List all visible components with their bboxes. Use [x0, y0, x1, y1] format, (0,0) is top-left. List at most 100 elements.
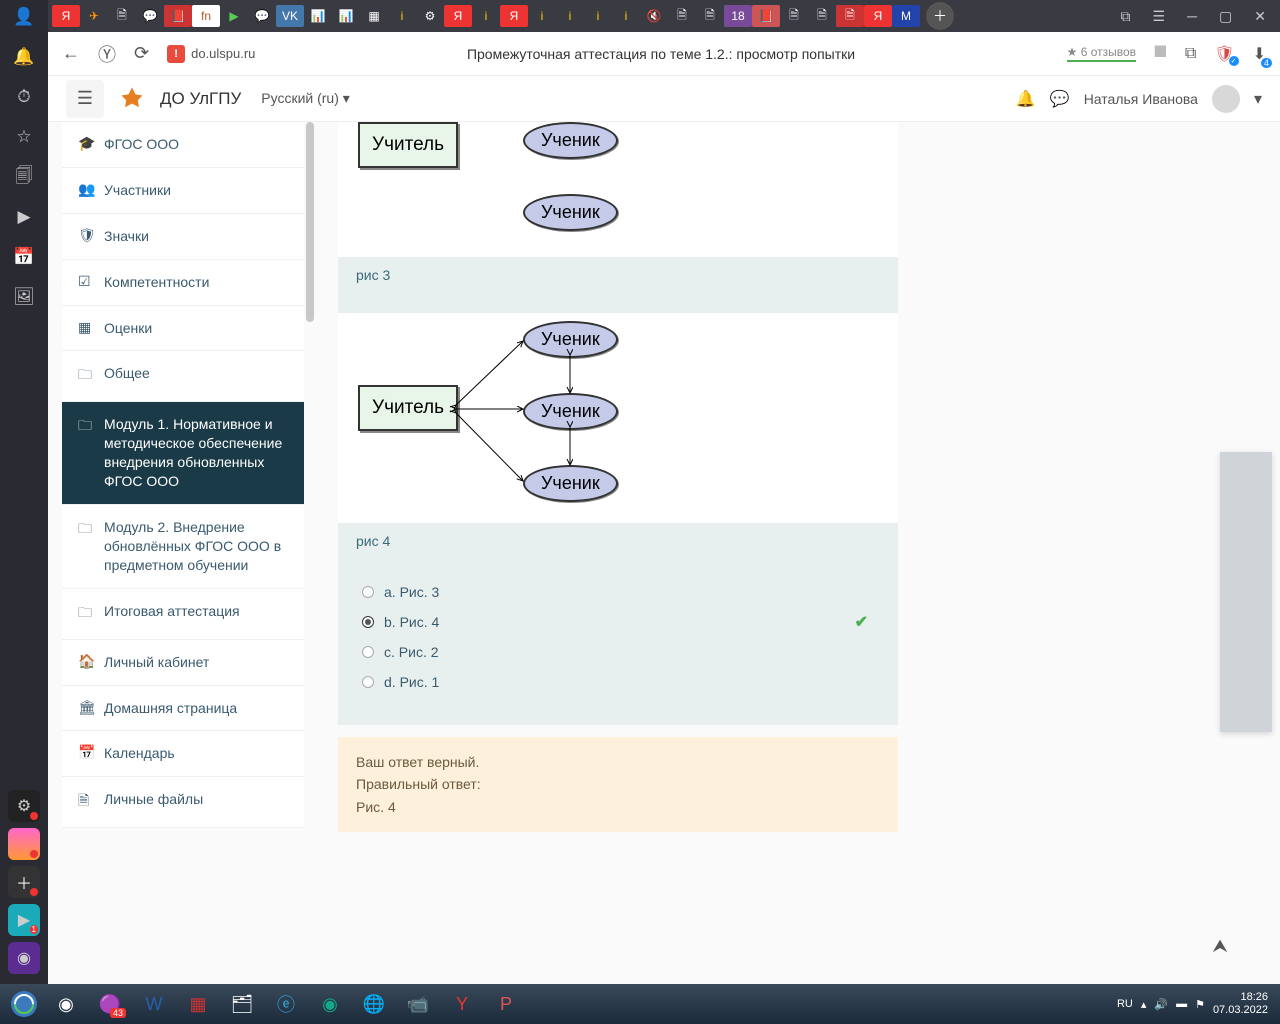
tab-8[interactable]: VK [276, 5, 304, 27]
notifications-icon[interactable]: 🔔 [1016, 89, 1036, 109]
sidebar-item-course[interactable]: 🎓ФГОС ООО [62, 122, 304, 168]
sidebar-item-competencies[interactable]: ☑Компетентности [62, 260, 304, 306]
taskbar-app-ie[interactable]: ⓔ [264, 986, 308, 1022]
download-icon[interactable]: ⬇4 [1253, 44, 1266, 64]
taskbar-app-yandex[interactable]: Y [440, 986, 484, 1022]
tab-15[interactable]: i [472, 5, 500, 27]
user-menu-caret-icon[interactable]: ▾ [1254, 89, 1262, 109]
taskbar-app-explorer[interactable]: 🗂 [220, 986, 264, 1022]
language-selector[interactable]: Русский (ru) ▾ [261, 90, 350, 107]
os-collections-icon[interactable]: 🗐 [13, 166, 35, 188]
os-history-icon[interactable]: ⏱ [13, 86, 35, 108]
tab-12[interactable]: i [388, 5, 416, 27]
os-app-add[interactable]: ＋ [8, 866, 40, 898]
tray-flag-icon[interactable]: ⚑ [1195, 998, 1205, 1011]
os-play-icon[interactable]: ▶ [13, 206, 35, 228]
tab-0[interactable]: Я [52, 5, 80, 27]
tab-28[interactable]: 🗎 [836, 5, 864, 27]
taskbar-app-viber[interactable]: 🟣43 [88, 986, 132, 1022]
tray-clock[interactable]: 18:26 07.03.2022 [1213, 991, 1268, 1017]
tab-18[interactable]: i [556, 5, 584, 27]
sidebar-item-home[interactable]: 🏛Домашняя страница [62, 686, 304, 732]
sidebar-scrollbar[interactable] [306, 122, 316, 642]
scroll-top-button[interactable]: ⮝ [1202, 928, 1238, 964]
tray-sound-icon[interactable]: 🔊 [1154, 998, 1168, 1011]
taskbar-app-zoom[interactable]: 📹 [396, 986, 440, 1022]
tab-1[interactable]: ✈ [80, 5, 108, 27]
taskbar-app-1[interactable]: ◉ [44, 986, 88, 1022]
extensions-icon[interactable]: ⧉ [1185, 45, 1196, 63]
sidebar-item-grades[interactable]: ▦Оценки [62, 306, 304, 352]
tab-17[interactable]: i [528, 5, 556, 27]
tab-30[interactable]: M [892, 5, 920, 27]
tray-lang[interactable]: RU [1117, 998, 1133, 1010]
answer-d[interactable]: d. Рис. 1 [362, 667, 874, 697]
tab-25[interactable]: 📕 [752, 5, 780, 27]
sidebar-item-general[interactable]: 🗀Общее [62, 351, 304, 402]
tab-24[interactable]: 18 [724, 5, 752, 27]
reload-icon[interactable]: ⟳ [134, 43, 149, 64]
os-bell-icon[interactable]: 🔔 [13, 46, 35, 68]
os-user-icon[interactable]: 👤 [13, 6, 35, 28]
answer-a[interactable]: a. Рис. 3 [362, 577, 874, 607]
bookmark-icon[interactable]: ⯀ [1154, 45, 1167, 63]
win-maximize-icon[interactable]: ▢ [1219, 8, 1232, 25]
new-tab-button[interactable]: ＋ [926, 2, 954, 30]
messages-icon[interactable]: 💬 [1050, 89, 1070, 109]
sidebar-item-module2[interactable]: 🗀Модуль 2. Внедрение обновлённых ФГОС ОО… [62, 505, 304, 589]
os-app-2[interactable] [8, 828, 40, 860]
os-star-icon[interactable]: ☆ [13, 126, 35, 148]
sidebar-item-dashboard[interactable]: 🏠Личный кабинет [62, 640, 304, 686]
start-button[interactable] [4, 984, 44, 1024]
win-panel-icon[interactable]: ⧉ [1121, 8, 1131, 25]
sidebar-item-files[interactable]: 🗎Личные файлы [62, 777, 304, 828]
tab-14[interactable]: Я [444, 5, 472, 27]
tab-27[interactable]: 🗎 [808, 5, 836, 27]
tab-4[interactable]: 📕 [164, 5, 192, 27]
taskbar-app-3[interactable]: ▦ [176, 986, 220, 1022]
hamburger-icon[interactable]: ☰ [66, 80, 104, 118]
tab-11[interactable]: ▦ [360, 5, 388, 27]
tab-29[interactable]: Я [864, 5, 892, 27]
os-calendar-icon[interactable]: 📅 [13, 246, 35, 268]
win-split-icon[interactable]: ☰ [1153, 8, 1166, 25]
avatar[interactable] [1212, 85, 1240, 113]
os-gallery-icon[interactable]: 🖼 [13, 286, 35, 308]
sidebar-item-participants[interactable]: 👥Участники [62, 168, 304, 214]
sidebar-item-badges[interactable]: 🛡Значки [62, 214, 304, 260]
os-app-4[interactable]: ◉ [8, 942, 40, 974]
tab-5-active[interactable]: fn [192, 5, 220, 27]
tab-20[interactable]: i [612, 5, 640, 27]
taskbar-app-ppt[interactable]: P [484, 986, 528, 1022]
sidebar-item-final[interactable]: 🗀Итоговая аттестация [62, 589, 304, 640]
tab-7[interactable]: 💬 [248, 5, 276, 27]
tray-up-icon[interactable]: ▴ [1141, 998, 1147, 1011]
tab-19[interactable]: i [584, 5, 612, 27]
tab-9[interactable]: 📊 [304, 5, 332, 27]
tray-network-icon[interactable]: ▬ [1176, 998, 1187, 1010]
tab-13[interactable]: ⚙ [416, 5, 444, 27]
reviews-badge[interactable]: ★ 6 отзывов [1067, 45, 1136, 62]
url-field[interactable]: ! do.ulspu.ru [167, 45, 255, 63]
os-app-1[interactable]: ⚙ [8, 790, 40, 822]
win-minimize-icon[interactable]: ─ [1187, 8, 1197, 25]
tab-22[interactable]: 🗎 [668, 5, 696, 27]
tab-21[interactable]: 🔇 [640, 5, 668, 27]
taskbar-app-chrome[interactable]: 🌐 [352, 986, 396, 1022]
tab-16[interactable]: Я [500, 5, 528, 27]
user-name[interactable]: Наталья Иванова [1084, 91, 1198, 107]
tab-6[interactable]: ▶ [220, 5, 248, 27]
tab-23[interactable]: 🗎 [696, 5, 724, 27]
taskbar-app-word[interactable]: W [132, 986, 176, 1022]
tab-3[interactable]: 💬 [136, 5, 164, 27]
tab-10[interactable]: 📊 [332, 5, 360, 27]
yandex-icon[interactable]: Ⓨ [98, 41, 116, 67]
os-app-3[interactable]: ▶1 [8, 904, 40, 936]
tab-26[interactable]: 🗎 [780, 5, 808, 27]
back-icon[interactable]: ← [62, 43, 80, 64]
answer-c[interactable]: c. Рис. 2 [362, 637, 874, 667]
win-close-icon[interactable]: ✕ [1254, 8, 1266, 25]
right-floating-panel[interactable] [1220, 452, 1272, 732]
answer-b[interactable]: b. Рис. 4✔ [362, 607, 874, 637]
taskbar-app-edge[interactable]: ◉ [308, 986, 352, 1022]
